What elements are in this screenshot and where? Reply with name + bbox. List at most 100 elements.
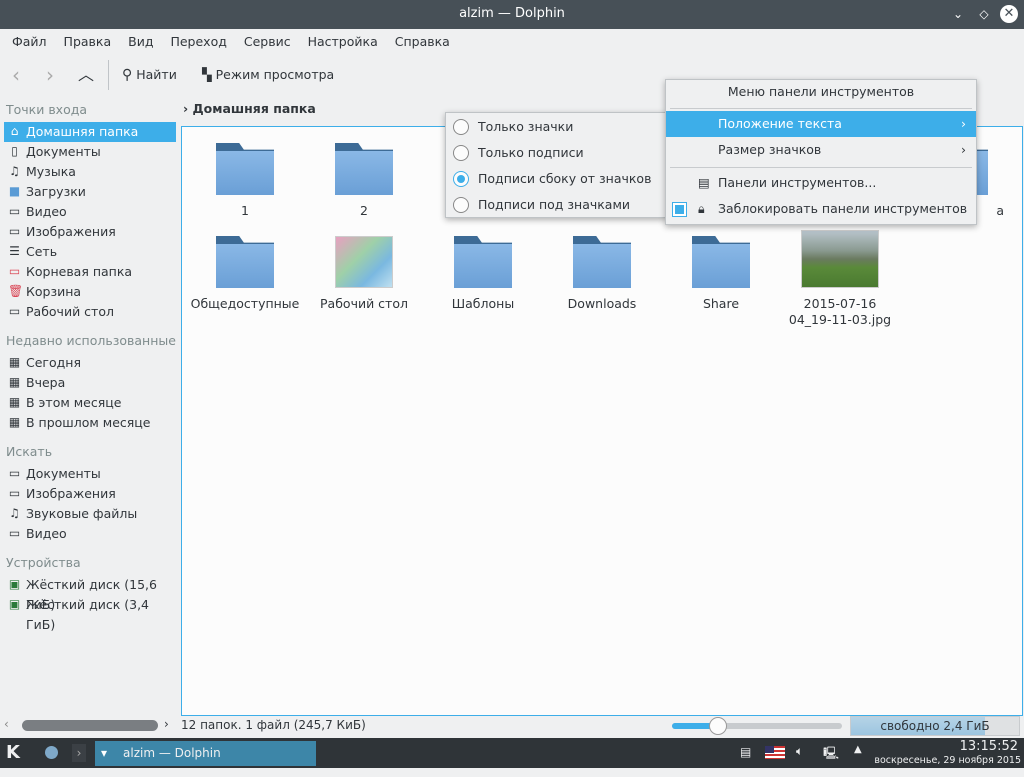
folder-item[interactable]: 1	[186, 143, 304, 219]
sidebar-item[interactable]: ▭ Изображения	[4, 484, 176, 504]
free-space-label: свободно 2,4 ГиБ	[880, 719, 990, 733]
option-text-under-icons[interactable]: Подписи под значками	[446, 192, 666, 218]
task-dolphin[interactable]: ▾ alzim — Dolphin	[95, 741, 316, 766]
maximize-button[interactable]: ◇	[976, 6, 992, 22]
up-button[interactable]: ︿	[78, 58, 94, 92]
sidebar-item-label: Документы	[26, 466, 101, 481]
sidebar-item-label: Музыка	[26, 164, 76, 179]
option-text-only[interactable]: Только подписи	[446, 140, 666, 166]
text-position-submenu: Только значки Только подписи Подписи сбо…	[445, 112, 667, 218]
clipboard-icon[interactable]: ▤	[740, 745, 751, 759]
forward-button[interactable]: ›	[46, 58, 54, 92]
sidebar-item-label: Корневая папка	[26, 264, 133, 279]
sidebar-header: Точки входа	[6, 102, 88, 117]
folder-item[interactable]: Шаблоны	[424, 236, 542, 312]
horizontal-scrollbar[interactable]	[22, 720, 158, 731]
sidebar-item[interactable]: ▦ Вчера	[4, 373, 176, 393]
sidebar-item-label: Корзина	[26, 284, 82, 299]
sidebar-item[interactable]: ♫ Звуковые файлы	[4, 504, 176, 524]
calendar-icon: ▦	[8, 355, 21, 369]
image-thumbnail	[801, 230, 879, 288]
menu-item-text-position[interactable]: Положение текста ›	[666, 111, 976, 137]
zoom-slider[interactable]	[672, 717, 842, 735]
breadcrumb[interactable]: › Домашняя папка	[183, 101, 316, 116]
harddisk-icon: ▣	[8, 577, 21, 591]
menu-item-icon-size[interactable]: Размер значков ›	[666, 137, 976, 163]
folder-item[interactable]: Общедоступные	[186, 236, 304, 312]
menu-file[interactable]: Файл	[12, 30, 56, 54]
sidebar-item[interactable]: ▭ Изображения	[4, 222, 176, 242]
sidebar-item[interactable]: ▭ Корневая папка	[4, 262, 176, 282]
menu-item-configure-toolbars[interactable]: ▤ Панели инструментов...	[666, 170, 976, 196]
sidebar-item[interactable]: ▭ Рабочий стол	[4, 302, 176, 322]
menu-settings[interactable]: Настройка	[308, 30, 387, 54]
free-space-bar[interactable]: свободно 2,4 ГиБ	[850, 716, 1020, 736]
menu-edit[interactable]: Правка	[64, 30, 121, 54]
sidebar-item[interactable]: ⌂ Домашняя папка	[4, 122, 176, 142]
scroll-left-icon[interactable]: ‹	[4, 717, 9, 731]
expand-icon[interactable]: ›	[72, 744, 86, 762]
sidebar-item[interactable]: ▦ В этом месяце	[4, 393, 176, 413]
sidebar-item-label: В этом месяце	[26, 395, 122, 410]
us-flag-icon[interactable]	[765, 746, 785, 759]
sidebar-item[interactable]: ♫ Музыка	[4, 162, 176, 182]
status-text: 12 папок. 1 файл (245,7 КиБ)	[181, 718, 366, 732]
sidebar-item[interactable]: ▯ Документы	[4, 142, 176, 162]
kde-launcher-icon[interactable]: K	[6, 742, 20, 763]
minimize-button[interactable]: ⌄	[950, 6, 966, 22]
sidebar-item[interactable]: ▦ Сегодня	[4, 353, 176, 373]
folder-item[interactable]: Share	[662, 236, 780, 312]
desktop-icon: ▭	[8, 304, 21, 318]
view-mode-button[interactable]: ▚ Режим просмотра	[202, 58, 334, 92]
menu-help[interactable]: Справка	[395, 30, 459, 54]
activity-icon[interactable]	[45, 746, 58, 759]
lock-checkbox[interactable]	[672, 202, 687, 217]
sidebar-item-label: В прошлом месяце	[26, 415, 151, 430]
clock-date[interactable]: воскресенье, 29 ноября 2015 г.	[870, 755, 1024, 777]
menu-view[interactable]: Вид	[128, 30, 162, 54]
radio-text-under-icons[interactable]	[453, 197, 469, 213]
folder-item[interactable]: Рабочий стол	[305, 236, 423, 312]
sidebar-item[interactable]: ▣ Жёсткий диск (15,6 ГиБ)	[4, 575, 176, 612]
sidebar-item-label: Сегодня	[26, 355, 81, 370]
zoom-slider-handle[interactable]	[708, 717, 727, 735]
toolbar-separator	[108, 60, 109, 90]
menu-item-lock-toolbars[interactable]: 🔒︎ Заблокировать панели инструментов	[666, 196, 976, 222]
file-name: 1	[241, 203, 249, 218]
folder-icon: ▭	[8, 526, 21, 540]
menu-item-label: Положение текста	[718, 116, 842, 131]
back-button[interactable]: ‹	[12, 58, 20, 92]
menu-item-label: Размер значков	[718, 142, 822, 157]
folder-item[interactable]: 2	[305, 143, 423, 219]
sidebar-item[interactable]: ▣ Жёсткий диск (3,4 ГиБ)	[4, 595, 176, 632]
home-icon: ⌂	[10, 124, 19, 138]
radio-text-beside-icons[interactable]	[453, 171, 469, 187]
sidebar-item[interactable]: 🗑︎ Корзина	[4, 282, 176, 302]
radio-text-only[interactable]	[453, 145, 469, 161]
sidebar-item[interactable]: ▭ Видео	[4, 202, 176, 222]
sidebar-item[interactable]: ▭ Документы	[4, 464, 176, 484]
folder-item[interactable]: Downloads	[543, 236, 661, 312]
find-label: Найти	[136, 67, 177, 82]
sidebar-item[interactable]: ▦ В прошлом месяце	[4, 413, 176, 433]
sidebar-item[interactable]: ☰ Сеть	[4, 242, 176, 262]
find-button[interactable]: ⚲ Найти	[122, 58, 177, 92]
file-item[interactable]: 2015-07-16 04_19-11-03.jpg	[781, 230, 899, 328]
network-icon[interactable]: 🖳︎	[823, 744, 839, 765]
sidebar-item[interactable]: ▭ Видео	[4, 524, 176, 544]
scroll-right-icon[interactable]: ›	[164, 717, 169, 731]
menu-tools[interactable]: Сервис	[244, 30, 300, 54]
lock-icon: 🔒︎	[698, 201, 705, 216]
option-text-beside-icons[interactable]: Подписи сбоку от значков	[446, 166, 666, 192]
menu-go[interactable]: Переход	[170, 30, 235, 54]
option-icons-only[interactable]: Только значки	[446, 114, 666, 140]
radio-icons-only[interactable]	[453, 119, 469, 135]
tray-expand-icon[interactable]: ▲	[854, 744, 862, 755]
breadcrumb-home[interactable]: Домашняя папка	[193, 101, 316, 116]
volume-icon[interactable]: 🔈︎	[796, 744, 803, 759]
file-name: Шаблоны	[451, 296, 515, 311]
file-name: 2	[360, 203, 368, 218]
close-button[interactable]: ✕	[1000, 5, 1018, 23]
clock-time[interactable]: 13:15:52	[870, 739, 1024, 754]
sidebar-item[interactable]: ■ Загрузки	[4, 182, 176, 202]
